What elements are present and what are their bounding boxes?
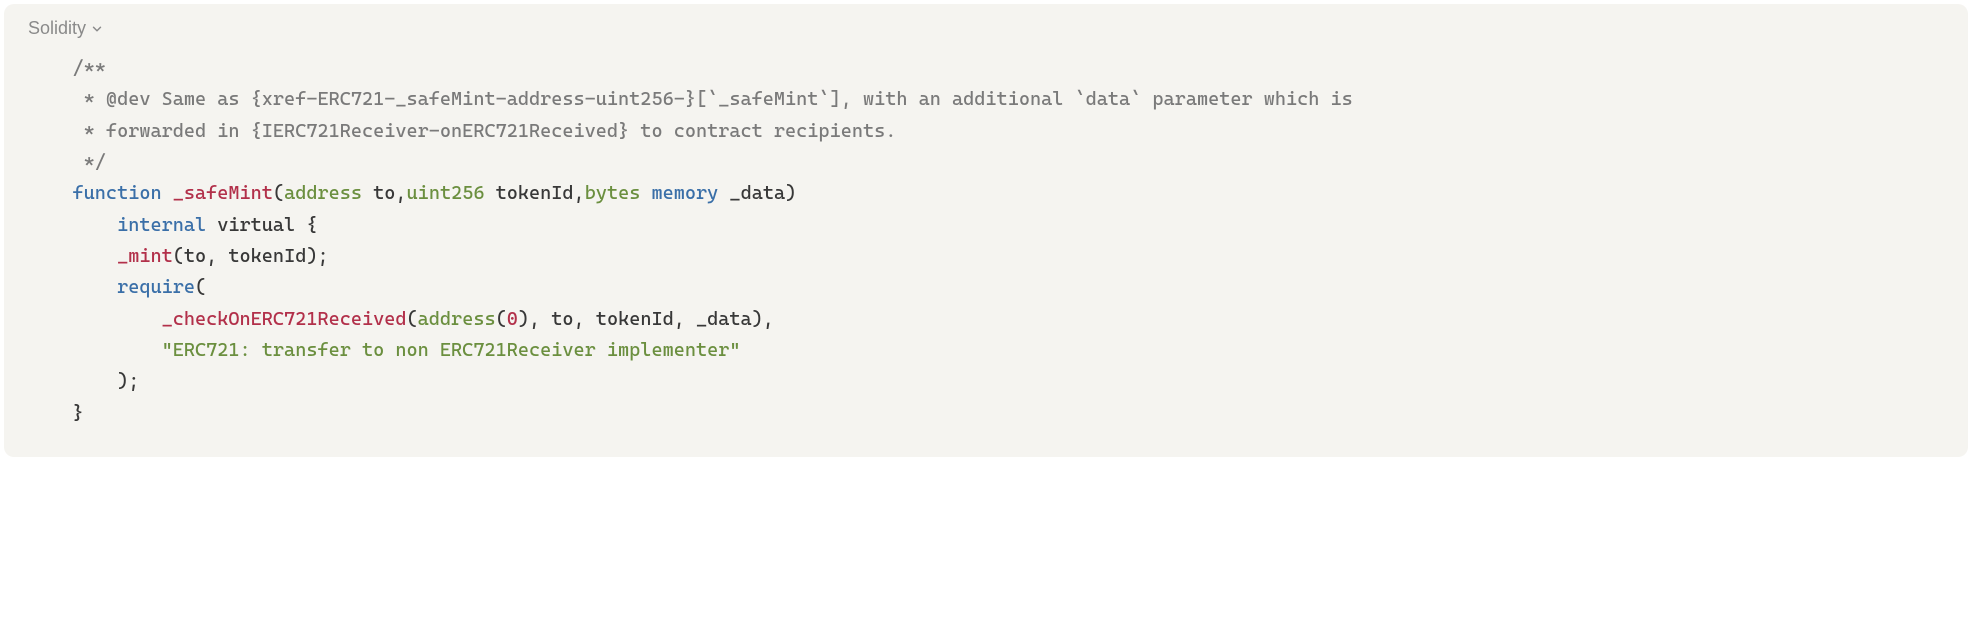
- keyword: internal: [117, 214, 206, 236]
- number: 0: [507, 308, 518, 330]
- param: _data): [718, 182, 796, 204]
- code-block: Solidity /** * @dev Same as {xref-ERC721…: [4, 4, 1968, 457]
- language-selector[interactable]: Solidity: [28, 18, 104, 39]
- string: "ERC721: transfer to non ERC721Receiver …: [162, 339, 741, 361]
- type: address: [284, 182, 362, 204]
- param: to,: [362, 182, 407, 204]
- comment-line: * @dev Same as {xref-ERC721-_safeMint-ad…: [73, 88, 1353, 110]
- paren: (: [195, 276, 206, 298]
- args: ), to, tokenId, _data),: [518, 308, 774, 330]
- brace: }: [73, 402, 84, 424]
- chevron-down-icon: [90, 22, 104, 36]
- keyword: memory: [652, 182, 719, 204]
- function-call: _checkOnERC721Received: [162, 308, 407, 330]
- type: address: [418, 308, 496, 330]
- keyword: virtual {: [206, 214, 317, 236]
- comment-line: /**: [73, 57, 106, 79]
- args: (to, tokenId);: [173, 245, 329, 267]
- paren: (: [407, 308, 418, 330]
- function-name: _safeMint: [173, 182, 273, 204]
- param: tokenId,: [484, 182, 584, 204]
- type: uint256: [407, 182, 485, 204]
- keyword: require: [117, 276, 195, 298]
- code-content: /** * @dev Same as {xref-ERC721-_safeMin…: [28, 53, 1944, 429]
- comment-line: * forwarded in {IERC721Receiver-onERC721…: [73, 120, 897, 142]
- language-label: Solidity: [28, 18, 86, 39]
- keyword: function: [73, 182, 162, 204]
- paren: (: [496, 308, 507, 330]
- comment-line: */: [73, 151, 106, 173]
- paren: );: [117, 370, 139, 392]
- function-call: _mint: [117, 245, 173, 267]
- type: bytes: [585, 182, 641, 204]
